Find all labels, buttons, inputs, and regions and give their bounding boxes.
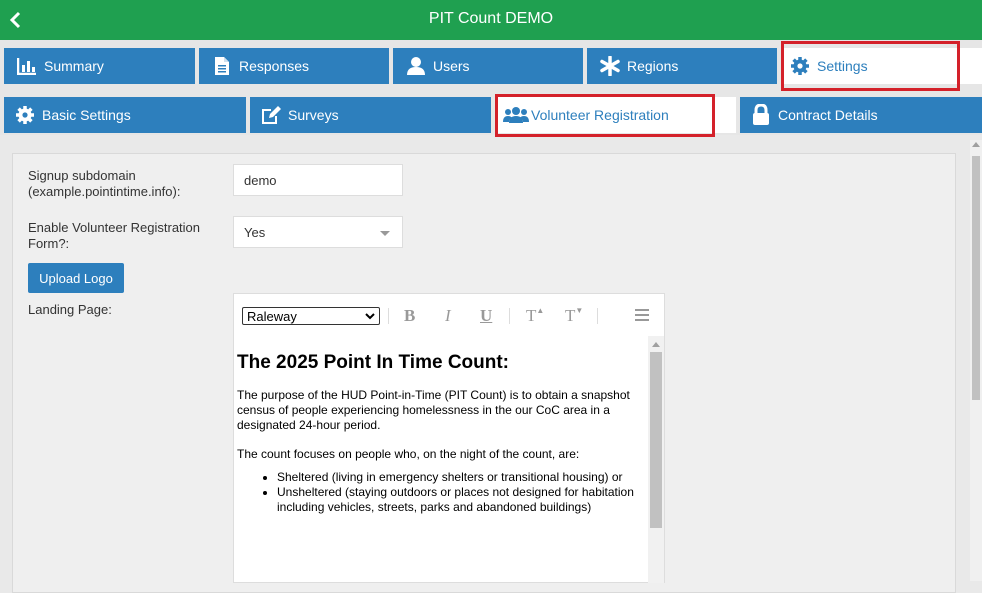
italic-button[interactable]: I [445, 306, 451, 326]
document-icon [211, 55, 233, 77]
tab-label: Settings [817, 58, 868, 74]
page-scrollbar[interactable] [970, 140, 982, 581]
caret-down-icon [380, 231, 390, 236]
font-value: Raleway [247, 308, 297, 324]
tab-users[interactable]: Users [393, 48, 583, 84]
editor-scrollbar[interactable] [648, 336, 664, 583]
tab-settings[interactable]: Settings [781, 48, 982, 84]
main-tabs: Summary Responses Users Regions Settings [0, 40, 982, 90]
toolbar-divider [388, 308, 389, 324]
enable-registration-label: Enable Volunteer Registration Form?: [28, 220, 201, 251]
tab-volunteer-registration[interactable]: Volunteer Registration [495, 97, 736, 133]
gear-icon [14, 104, 36, 126]
tab-label: Summary [44, 58, 104, 74]
tab-label: Contract Details [778, 107, 878, 123]
editor-toolbar: Raleway B I U T▲ T▼ [234, 294, 664, 336]
landing-page-label: Landing Page: [28, 302, 112, 317]
tab-label: Users [433, 58, 470, 74]
asterisk-icon [599, 55, 621, 77]
scroll-thumb[interactable] [972, 156, 980, 400]
subdomain-input[interactable]: demo [233, 164, 403, 196]
content-heading: The 2025 Point In Time Count: [237, 352, 510, 373]
lock-icon [750, 104, 772, 126]
user-icon [405, 55, 427, 77]
select-value: Yes [244, 224, 266, 240]
align-icon[interactable] [635, 309, 649, 321]
content-paragraph: The count focuses on people who, on the … [237, 447, 580, 461]
tab-summary[interactable]: Summary [4, 48, 195, 84]
enable-registration-select[interactable]: Yes [233, 216, 403, 248]
toolbar-divider [597, 308, 598, 324]
tab-contract-details[interactable]: Contract Details [740, 97, 982, 133]
settings-tabs: Basic Settings Surveys Volunteer Registr… [0, 90, 982, 135]
scroll-up-icon[interactable] [972, 142, 980, 147]
font-select[interactable]: Raleway [242, 307, 380, 325]
list-item: Unsheltered (staying outdoors or places … [277, 485, 649, 515]
subscript-button[interactable]: T▼ [565, 306, 583, 326]
gear-icon [789, 55, 811, 77]
scroll-up-icon[interactable] [652, 342, 660, 347]
content-list: Sheltered (living in emergency shelters … [237, 470, 649, 515]
tab-label: Basic Settings [42, 107, 131, 123]
scroll-thumb[interactable] [650, 352, 662, 528]
tab-label: Responses [239, 58, 310, 74]
underline-button[interactable]: U [480, 306, 492, 326]
app-header: PIT Count DEMO [0, 0, 982, 40]
bar-chart-icon [16, 55, 38, 77]
toolbar-divider [509, 308, 510, 324]
tab-basic-settings[interactable]: Basic Settings [4, 97, 246, 133]
tab-responses[interactable]: Responses [199, 48, 389, 84]
tab-label: Regions [627, 58, 679, 74]
upload-logo-button[interactable]: Upload Logo [28, 263, 124, 293]
subdomain-label: Signup subdomain (example.pointintime.in… [28, 168, 181, 199]
editor-content[interactable]: The 2025 Point In Time Count: The purpos… [237, 344, 649, 584]
tab-label: Volunteer Registration [531, 107, 669, 123]
rich-text-editor: Raleway B I U T▲ T▼ The 2025 Point In Ti… [233, 293, 665, 583]
tab-regions[interactable]: Regions [587, 48, 777, 84]
superscript-button[interactable]: T▲ [526, 306, 544, 326]
app-title: PIT Count DEMO [428, 10, 554, 27]
tab-label: Surveys [288, 107, 339, 123]
edit-icon [260, 104, 282, 126]
bold-button[interactable]: B [404, 306, 415, 326]
tab-surveys[interactable]: Surveys [250, 97, 491, 133]
content-paragraph: The purpose of the HUD Point-in-Time (PI… [237, 388, 630, 432]
users-icon [503, 104, 529, 126]
list-item: Sheltered (living in emergency shelters … [277, 470, 649, 485]
chevron-down-icon [365, 313, 375, 320]
